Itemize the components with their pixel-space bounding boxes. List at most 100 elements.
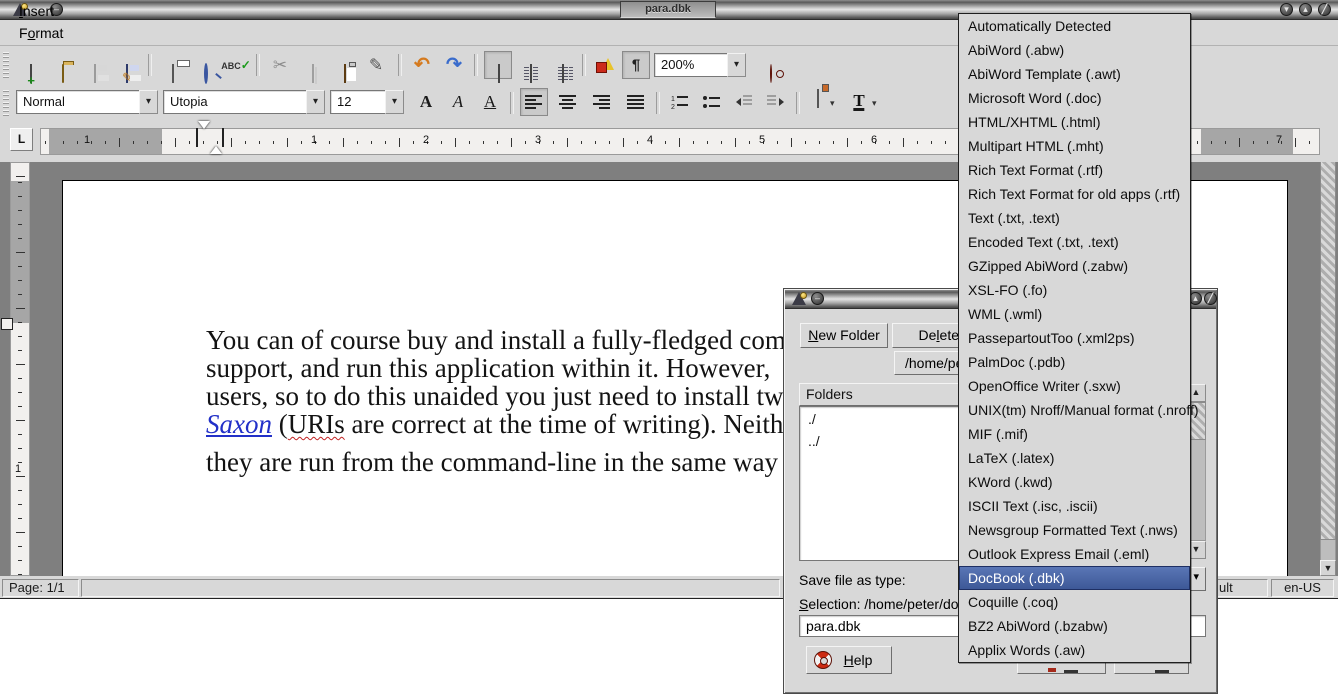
file-type-option[interactable]: HTML/XHTML (.html)	[959, 110, 1190, 134]
underline-button[interactable]: A	[476, 88, 504, 116]
background-color-button[interactable]	[806, 88, 828, 116]
copy-button[interactable]	[298, 51, 326, 79]
align-left-button[interactable]	[520, 88, 548, 116]
margin-handle[interactable]	[1, 318, 13, 330]
unindent-button[interactable]	[730, 88, 758, 116]
file-type-option[interactable]: PassepartoutToo (.xml2ps)	[959, 326, 1190, 350]
file-type-option[interactable]: WML (.wml)	[959, 302, 1190, 326]
font-value[interactable]: Utopia	[163, 90, 306, 114]
font-size-value[interactable]: 12	[330, 90, 385, 114]
file-type-option[interactable]: Multipart HTML (.mht)	[959, 134, 1190, 158]
close-button[interactable]	[1318, 3, 1331, 16]
print-button[interactable]	[158, 51, 186, 79]
window-title: para.dbk	[620, 1, 716, 18]
scrollbar-thumb[interactable]	[1320, 162, 1336, 540]
toolbar-separator	[398, 54, 402, 76]
file-type-option[interactable]: Rich Text Format (.rtf)	[959, 158, 1190, 182]
font-size-combobox[interactable]: 12 ▾	[330, 90, 404, 114]
file-type-option[interactable]: XSL-FO (.fo)	[959, 278, 1190, 302]
toolbar-handle[interactable]	[3, 90, 9, 116]
scroll-down-icon[interactable]: ▼	[1320, 560, 1336, 576]
numbered-list-button[interactable]: 12	[666, 88, 694, 116]
indent-button[interactable]	[762, 88, 790, 116]
align-center-button[interactable]	[554, 88, 582, 116]
toolbar-handle[interactable]	[3, 52, 9, 78]
file-type-option[interactable]: MIF (.mif)	[959, 422, 1190, 446]
one-column-button[interactable]	[484, 51, 512, 79]
italic-button[interactable]: A	[444, 88, 472, 116]
style-value[interactable]: Normal	[16, 90, 139, 114]
font-combobox[interactable]: Utopia ▾	[163, 90, 325, 114]
file-type-option[interactable]: Outlook Express Email (.eml)	[959, 542, 1190, 566]
file-type-option[interactable]: OpenOffice Writer (.sxw)	[959, 374, 1190, 398]
abiword-app-icon	[791, 291, 807, 306]
tab-selector-button[interactable]: L	[10, 128, 33, 151]
menu-item[interactable]: Format	[8, 22, 101, 44]
file-type-option[interactable]: Encoded Text (.txt, .text)	[959, 230, 1190, 254]
spellcheck-button[interactable]: ABC✓	[222, 51, 250, 79]
file-type-option[interactable]: DocBook (.dbk)	[959, 566, 1190, 590]
chevron-down-icon[interactable]: ▾	[139, 90, 158, 114]
redo-button[interactable]: ↷	[440, 51, 468, 79]
align-right-button[interactable]	[588, 88, 616, 116]
format-painter-button[interactable]: ✎	[362, 51, 390, 79]
help-button[interactable]	[756, 51, 784, 79]
file-type-option[interactable]: Rich Text Format for old apps (.rtf)	[959, 182, 1190, 206]
vertical-ruler[interactable]: 1	[10, 162, 30, 576]
align-right-icon	[593, 95, 611, 109]
insert-symbol-button[interactable]	[590, 51, 618, 79]
file-type-option[interactable]: Newsgroup Formatted Text (.nws)	[959, 518, 1190, 542]
language-indicator[interactable]: en-US	[1271, 579, 1334, 597]
chevron-down-icon[interactable]: ▾	[830, 98, 835, 109]
three-columns-icon	[562, 64, 564, 83]
style-combobox[interactable]: Normal ▾	[16, 90, 158, 114]
minimize-button[interactable]	[1280, 3, 1293, 16]
file-type-option[interactable]: AbiWord (.abw)	[959, 38, 1190, 62]
undo-button[interactable]: ↶	[408, 51, 436, 79]
file-type-option[interactable]: KWord (.kwd)	[959, 470, 1190, 494]
menu-item[interactable]: Insert	[8, 0, 101, 22]
file-type-option[interactable]: PalmDoc (.pdb)	[959, 350, 1190, 374]
file-type-option[interactable]: AbiWord Template (.awt)	[959, 62, 1190, 86]
help-button[interactable]: Help	[806, 646, 892, 674]
file-type-option[interactable]: UNIX(tm) Nroff/Manual format (.nroff)	[959, 398, 1190, 422]
show-formatting-marks-button[interactable]: ¶	[622, 51, 650, 79]
maximize-button[interactable]	[1299, 3, 1312, 16]
print-preview-button[interactable]	[190, 51, 218, 79]
vertical-scrollbar[interactable]: ▲ ▼	[1320, 162, 1336, 576]
file-type-option[interactable]: Applix Words (.aw)	[959, 638, 1190, 662]
font-color-button[interactable]: T	[848, 88, 870, 116]
save-as-button[interactable]: ✎	[112, 51, 140, 79]
zoom-combobox[interactable]: 200% ▾	[654, 53, 746, 77]
cut-button[interactable]: ✂	[266, 51, 294, 79]
chevron-down-icon[interactable]: ▾	[306, 90, 325, 114]
close-button[interactable]	[1204, 292, 1217, 305]
file-type-option[interactable]: Text (.txt, .text)	[959, 206, 1190, 230]
chevron-down-icon[interactable]: ▾	[385, 90, 404, 114]
file-type-option[interactable]: Coquille (.coq)	[959, 590, 1190, 614]
save-button[interactable]	[80, 51, 108, 79]
file-type-option[interactable]: BZ2 AbiWord (.bzabw)	[959, 614, 1190, 638]
three-columns-button[interactable]	[548, 51, 576, 79]
indent-marker[interactable]	[196, 129, 209, 147]
two-columns-button[interactable]	[516, 51, 544, 79]
bold-button[interactable]: A	[412, 88, 440, 116]
new-folder-button[interactable]: New Folder	[800, 323, 888, 348]
open-button[interactable]	[48, 51, 76, 79]
chevron-down-icon[interactable]: ▾	[872, 98, 877, 109]
window-menu-button[interactable]	[811, 292, 824, 305]
hyperlink[interactable]: Saxon	[206, 409, 272, 439]
file-type-option[interactable]: GZipped AbiWord (.zabw)	[959, 254, 1190, 278]
bullet-list-button[interactable]	[698, 88, 726, 116]
chevron-down-icon[interactable]: ▾	[727, 53, 746, 77]
paste-button[interactable]	[330, 51, 358, 79]
label-fragment	[1064, 670, 1078, 673]
file-type-option[interactable]: Automatically Detected	[959, 14, 1190, 38]
align-justify-button[interactable]	[622, 88, 650, 116]
zoom-value[interactable]: 200%	[654, 53, 727, 77]
file-type-option[interactable]: LaTeX (.latex)	[959, 446, 1190, 470]
redo-icon: ↷	[446, 54, 462, 77]
file-type-option[interactable]: Microsoft Word (.doc)	[959, 86, 1190, 110]
new-document-button[interactable]: +	[16, 51, 44, 79]
file-type-option[interactable]: ISCII Text (.isc, .iscii)	[959, 494, 1190, 518]
